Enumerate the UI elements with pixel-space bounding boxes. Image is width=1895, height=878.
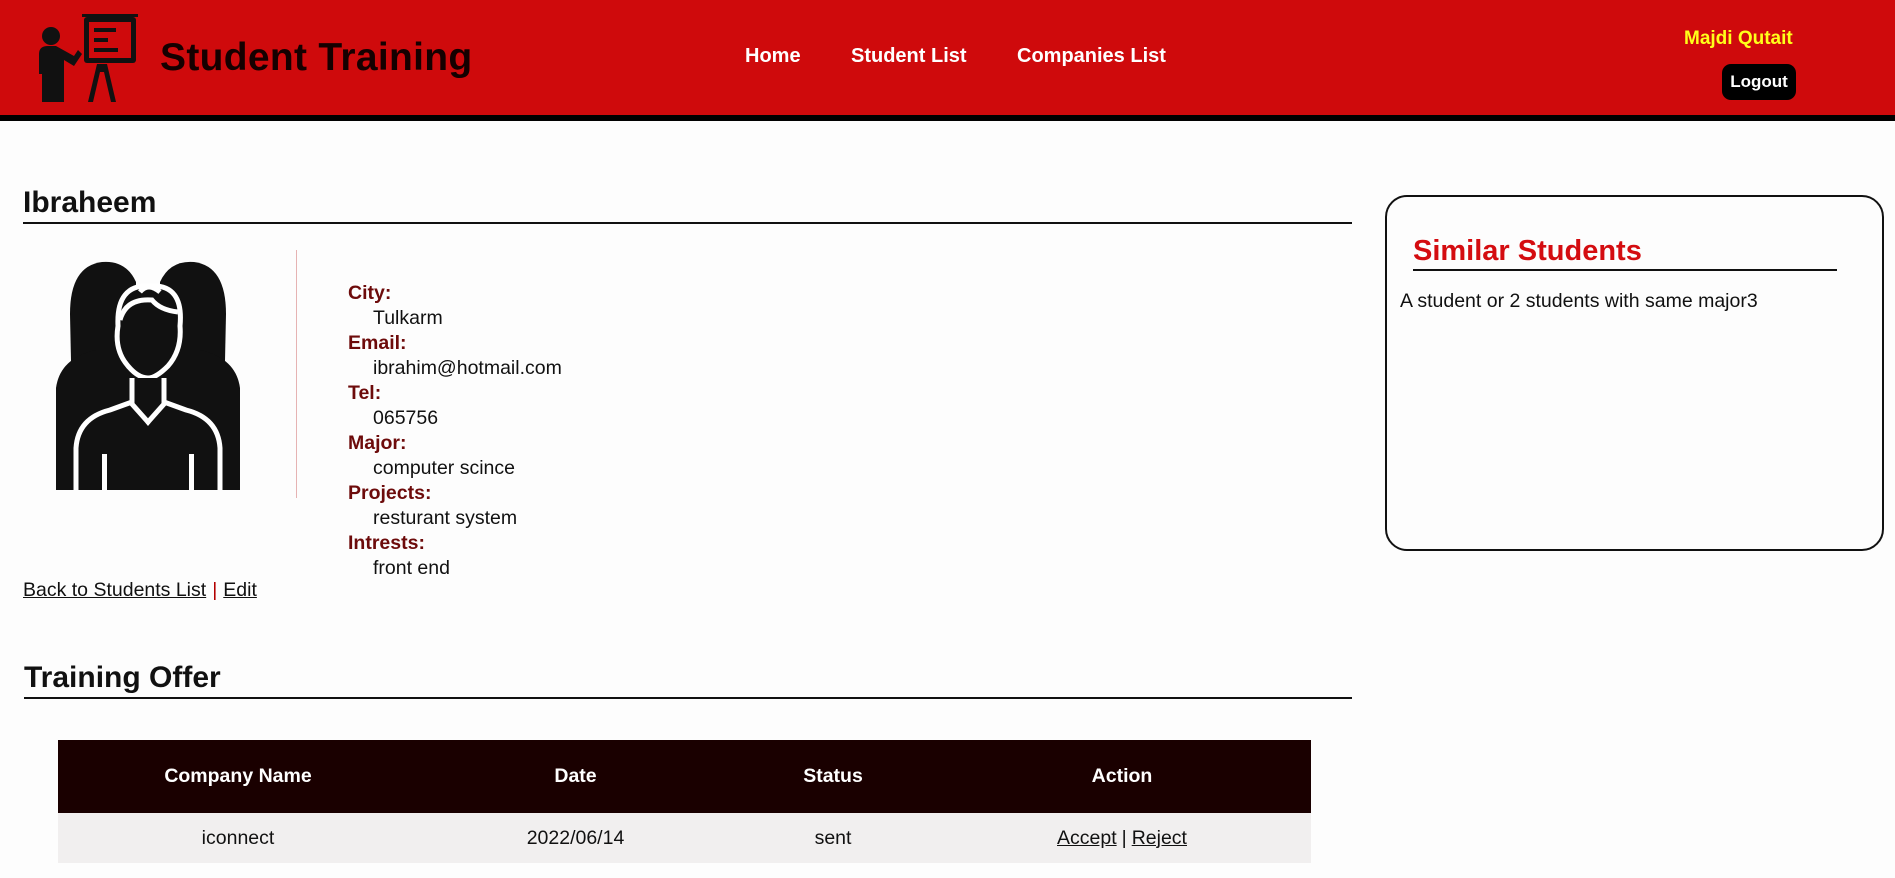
reject-link[interactable]: Reject [1132,827,1187,849]
date-cell: 2022/06/14 [418,813,733,863]
teacher-presentation-icon [39,14,138,102]
email-value: ibrahim@hotmail.com [373,357,562,379]
major-label: Major: [348,432,407,454]
brand-title: Student Training [160,36,473,79]
similar-students-title: Similar Students [1413,235,1642,267]
company-cell: iconnect [58,813,418,863]
profile-links: Back to Students List | Edit [23,579,257,602]
top-header: Student Training Home Student List Compa… [0,0,1895,121]
projects-label: Projects: [348,482,432,504]
nav-home[interactable]: Home [745,45,801,68]
major-value: computer scince [373,457,515,479]
column-header-action: Action [933,740,1311,813]
city-label: City: [348,282,392,304]
email-label: Email: [348,332,407,354]
name-divider [23,222,1352,224]
interests-label: Intrests: [348,532,425,554]
action-separator: | [1121,826,1127,849]
back-to-students-link[interactable]: Back to Students List [23,579,206,601]
training-offer-heading: Training Offer [24,661,221,694]
similar-title-divider [1413,269,1837,271]
column-header-date: Date [418,740,733,813]
tel-label: Tel: [348,382,382,404]
logout-button[interactable]: Logout [1722,64,1796,100]
nav-student-list[interactable]: Student List [851,45,967,68]
link-separator: | [212,579,218,601]
nav-companies-list[interactable]: Companies List [1017,45,1166,68]
table-row: iconnect 2022/06/14 sent Accept | Reject [58,813,1311,863]
student-group-icon [56,261,240,490]
city-value: Tulkarm [373,307,443,329]
profile-vertical-divider [296,250,297,498]
interests-value: front end [373,557,450,579]
current-user-name: Majdi Qutait [1684,28,1793,49]
column-header-status: Status [733,740,933,813]
action-cell: Accept | Reject [933,813,1311,863]
training-divider [24,697,1352,699]
projects-value: resturant system [373,507,518,529]
similar-students-text: A student or 2 students with same major3 [1400,290,1758,312]
accept-link[interactable]: Accept [1057,827,1117,849]
table-header-row: Company Name Date Status Action [58,740,1311,813]
status-cell: sent [733,813,933,863]
student-details: City: Tulkarm Email: ibrahim@hotmail.com… [348,281,748,581]
tel-value: 065756 [373,407,439,429]
column-header-company: Company Name [58,740,418,813]
similar-students-panel: Similar Students A student or 2 students… [1385,195,1884,551]
edit-link[interactable]: Edit [223,579,257,601]
training-offer-table: Company Name Date Status Action iconnect… [58,740,1311,863]
student-name-heading: Ibraheem [23,186,157,219]
